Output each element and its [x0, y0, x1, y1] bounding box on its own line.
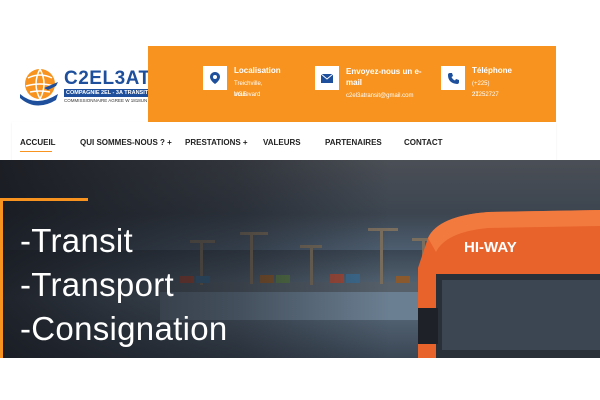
nav-item-qui-sommes-nous[interactable]: QUI SOMMES-NOUS ? + — [80, 138, 172, 147]
brand-tagline: COMMISSIONNAIRE AGREE W 1818UN — [64, 98, 148, 103]
truck-image: HI-WAY — [418, 210, 600, 358]
globe-logo-icon — [20, 68, 58, 106]
nav-item-partenaires[interactable]: PARTENAIRES — [325, 138, 382, 147]
hero-heading-line: -Transit — [20, 222, 134, 259]
hero-accent-line — [0, 198, 88, 201]
nav-item-prestations[interactable]: PRESTATIONS + — [185, 138, 248, 147]
brand-name: C2EL3AT — [64, 68, 151, 89]
contact-line: VGE — [234, 92, 247, 98]
contact-line: 21252727 — [472, 92, 499, 98]
contact-title: Envoyez-nous un e-mail — [346, 67, 422, 87]
phone-icon — [441, 66, 465, 90]
brand-subtitle: COMPAGNIE 2EL - 3A TRANSIT — [64, 89, 152, 97]
location-pin-icon — [203, 66, 227, 90]
nav-item-valeurs[interactable]: VALEURS — [263, 138, 301, 147]
hero-heading-line: -Transport — [20, 266, 174, 303]
site-logo[interactable]: C2EL3AT COMPAGNIE 2EL - 3A TRANSIT COMMI… — [18, 62, 152, 112]
truck-brand-text: HI-WAY — [464, 239, 517, 256]
hero-banner: HI-WAY -Transit -Transport -Consignation — [0, 160, 600, 358]
contact-email-address[interactable]: c2el3atransit@gmail.com — [346, 91, 413, 102]
nav-item-contact[interactable]: CONTACT — [404, 138, 443, 147]
contact-title: Téléphone — [472, 66, 513, 75]
envelope-icon — [315, 66, 339, 90]
contact-title: Localisation — [234, 66, 281, 75]
page: C2EL3AT COMPAGNIE 2EL - 3A TRANSIT COMMI… — [0, 0, 600, 400]
nav-item-accueil[interactable]: ACCUEIL — [20, 138, 56, 147]
nav-active-indicator — [20, 151, 52, 152]
hero-accent-line-vertical — [0, 198, 3, 358]
hero-heading-line: -Consignation — [20, 310, 228, 347]
